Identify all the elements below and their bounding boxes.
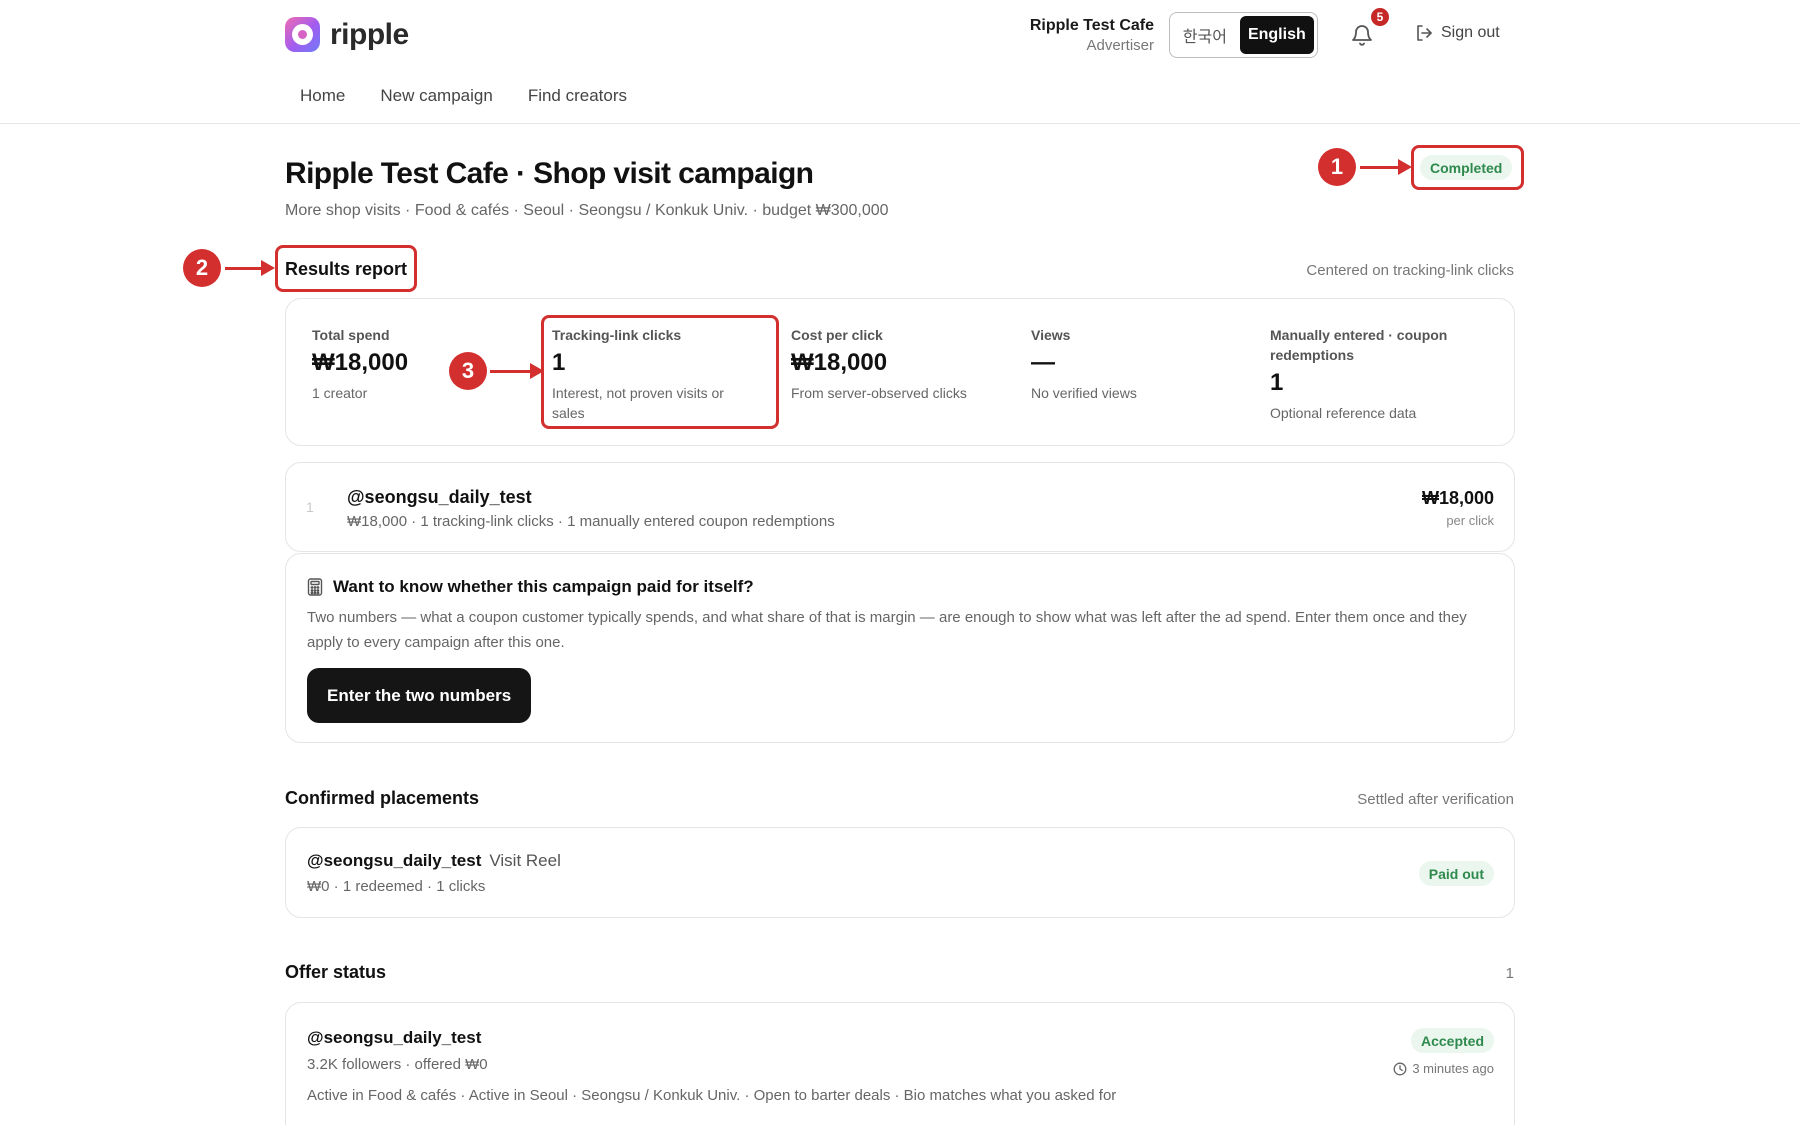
roi-title: Want to know whether this campaign paid … [333, 577, 754, 596]
metric-coupon-redemptions: Manually entered · coupon redemptions 1 … [1270, 325, 1480, 423]
nav-find-creators[interactable]: Find creators [528, 86, 627, 106]
annotation-highlight-2 [275, 245, 417, 292]
placement-type: Visit Reel [489, 851, 561, 870]
offer-item[interactable]: @seongsu_daily_test 3.2K followers · off… [285, 1002, 1515, 1125]
top-bar: ripple Ripple Test Cafe Advertiser 한국어 E… [0, 0, 1800, 124]
clock-icon [1393, 1062, 1407, 1075]
metric-label: Total spend [312, 327, 390, 343]
annotation-arrow-3 [490, 363, 544, 379]
metric-value: 1 [1270, 369, 1284, 396]
metric-cost-per-click: Cost per click ₩18,000 From server-obser… [791, 325, 1001, 403]
metric-label: Views [1031, 327, 1071, 343]
account-name: Ripple Test Cafe [1029, 17, 1154, 34]
ripple-logo-icon [285, 17, 320, 52]
offer-match-tags: Active in Food & cafés · Active in Seoul… [307, 1087, 1117, 1104]
brand-logo[interactable]: ripple [285, 17, 409, 52]
brand-name: ripple [330, 17, 409, 51]
sign-out-icon [1417, 25, 1432, 41]
language-english-button[interactable]: English [1239, 16, 1314, 54]
nav-home[interactable]: Home [300, 86, 345, 106]
metric-sub: 1 creator [312, 385, 368, 401]
metric-sub: Optional reference data [1270, 405, 1417, 421]
creator-cost-per-click: ₩18,000 [1421, 488, 1494, 508]
creator-cost-unit: per click [1446, 513, 1494, 528]
results-report-note: Centered on tracking-link clicks [1306, 262, 1514, 279]
account-info: Ripple Test Cafe Advertiser [1030, 16, 1154, 56]
metric-label: Cost per click [791, 327, 883, 343]
enter-two-numbers-button[interactable]: Enter the two numbers [307, 668, 532, 723]
offer-creator-handle: @seongsu_daily_test [307, 1028, 482, 1047]
metric-sub: No verified views [1031, 385, 1137, 401]
creator-result-meta: ₩18,000 · 1 tracking-link clicks · 1 man… [347, 513, 835, 530]
creator-result-row[interactable]: 1 @seongsu_daily_test ₩18,000 · 1 tracki… [285, 462, 1515, 552]
roi-description: Two numbers — what a coupon customer typ… [307, 609, 1467, 651]
placement-creator: @seongsu_daily_test Visit Reel [307, 851, 561, 871]
metric-label: Manually entered · coupon redemptions [1270, 327, 1448, 363]
roi-prompt-card: Want to know whether this campaign paid … [285, 553, 1515, 743]
offer-status-badge: Accepted [1410, 1028, 1494, 1053]
notification-count-badge: 5 [1369, 6, 1391, 28]
sign-out-button[interactable]: Sign out [1415, 24, 1500, 42]
placement-status-badge: Paid out [1418, 861, 1494, 886]
offer-timestamp: 3 minutes ago [1393, 1061, 1494, 1076]
placement-item[interactable]: @seongsu_daily_test Visit Reel ₩0 · 1 red… [285, 827, 1515, 918]
annotation-arrow-2 [225, 260, 275, 276]
annotation-marker-3: 3 [449, 352, 487, 390]
sign-out-label: Sign out [1441, 24, 1500, 41]
creator-handle: @seongsu_daily_test [347, 487, 532, 507]
metric-sub: From server-observed clicks [791, 385, 967, 401]
language-korean-button[interactable]: 한국어 [1173, 16, 1237, 54]
annotation-marker-1: 1 [1318, 148, 1356, 186]
annotation-marker-2: 2 [183, 249, 221, 287]
confirmed-placements-heading: Confirmed placements [285, 788, 480, 808]
language-toggle: 한국어 English [1169, 12, 1318, 58]
main-nav: Home New campaign Find creators [300, 86, 627, 106]
confirmed-placements-note: Settled after verification [1357, 791, 1514, 808]
offer-time-label: 3 minutes ago [1412, 1061, 1494, 1076]
metric-value: — [1031, 349, 1055, 376]
annotation-highlight-3 [541, 315, 779, 429]
annotation-highlight-1 [1411, 145, 1524, 190]
calculator-icon [307, 578, 323, 596]
placement-handle: @seongsu_daily_test [307, 851, 482, 870]
annotation-arrow-1 [1360, 159, 1412, 175]
notification-bell-icon[interactable] [1350, 22, 1374, 48]
row-rank: 1 [306, 499, 314, 515]
offer-meta: 3.2K followers · offered ₩0 [307, 1056, 488, 1073]
roi-header: Want to know whether this campaign paid … [307, 577, 754, 597]
campaign-summary: More shop visits · Food & cafés · Seoul … [285, 202, 889, 219]
page-title: Ripple Test Cafe · Shop visit campaign [285, 157, 814, 190]
nav-new-campaign[interactable]: New campaign [380, 86, 492, 106]
account-role: Advertiser [1086, 37, 1154, 54]
metric-value: ₩18,000 [791, 349, 888, 376]
placement-meta: ₩0 · 1 redeemed · 1 clicks [307, 878, 486, 895]
offer-status-heading: Offer status [285, 962, 387, 982]
metric-views: Views — No verified views [1031, 325, 1231, 403]
offer-count: 1 [1505, 965, 1514, 982]
